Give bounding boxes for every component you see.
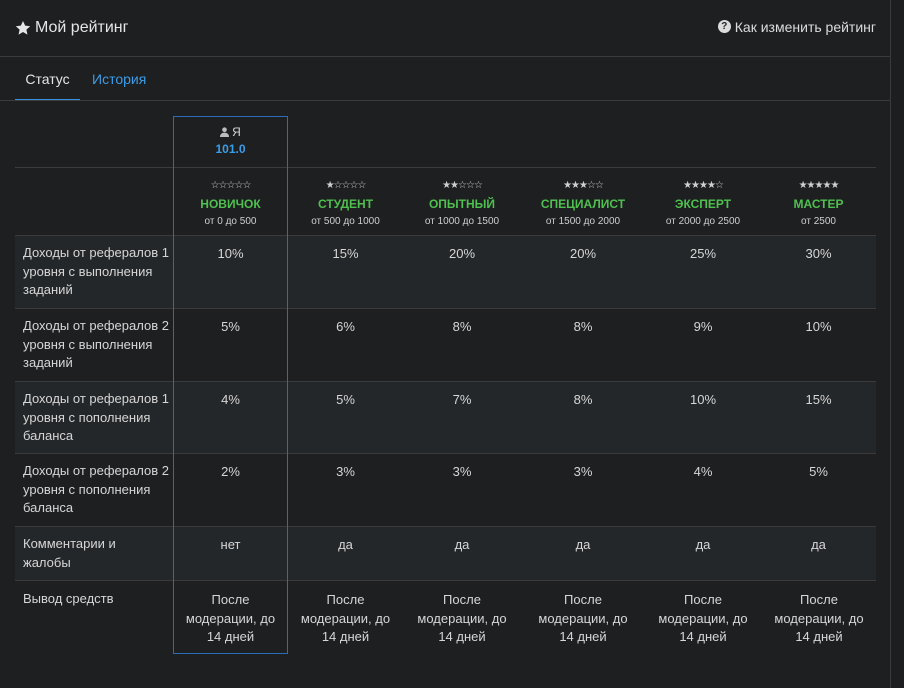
stars-icon: ★★☆☆☆ — [442, 180, 483, 191]
table-cell: 20% — [569, 246, 597, 261]
table-cell: 8% — [573, 392, 593, 407]
level-master: ★★★★★ МАСТЕР от 2500 — [761, 168, 876, 227]
table-row: Доходы от рефералов 1 уровня с пополнени… — [15, 381, 876, 453]
stars-icon: ★★★☆☆ — [563, 180, 604, 191]
how-to-change-label: Как изменить рейтинг — [734, 18, 876, 35]
tab-status[interactable]: Статус — [15, 57, 80, 101]
row-label: Доходы от рефералов 2 уровня с пополнени… — [23, 463, 169, 515]
level-range: от 1500 до 2000 — [545, 216, 621, 227]
level-name: ОПЫТНЫЙ — [428, 197, 496, 211]
level-name: НОВИЧОК — [200, 197, 261, 211]
stars-icon: ★★★★★ — [798, 180, 840, 191]
table-cell: 3% — [452, 464, 472, 479]
level-expert: ★★★★☆ ЭКСПЕРТ от 2000 до 2500 — [645, 168, 761, 227]
me-label-text: Я — [232, 125, 241, 139]
level-experienced: ★★☆☆☆ ОПЫТНЫЙ от 1000 до 1500 — [403, 168, 521, 227]
table-cell: 15% — [805, 392, 832, 407]
stars-icon: ★☆☆☆☆ — [325, 180, 367, 191]
table-cell: 9% — [693, 319, 713, 334]
level-range: от 500 до 1000 — [311, 216, 380, 227]
table-cell: После модерации, до 14 дней — [538, 592, 628, 644]
stars-icon: ☆☆☆☆☆ — [210, 180, 252, 191]
table-cell: 4% — [221, 392, 240, 407]
table-cell: да — [695, 537, 711, 552]
table-row: Доходы от рефералов 1 уровня с выполнени… — [15, 235, 876, 308]
user-icon — [220, 127, 230, 137]
level-range: от 2000 до 2500 — [665, 216, 741, 227]
my-rating-header: Я 101.0 — [173, 116, 288, 167]
row-label: Комментарии и жалобы — [23, 536, 116, 570]
table-cell: 5% — [809, 464, 828, 479]
rating-panel: Мой рейтинг ? Как изменить рейтинг Стату… — [0, 0, 891, 688]
table-cell: да — [454, 537, 470, 552]
table-cell: да — [811, 537, 826, 552]
table-row: Доходы от рефералов 2 уровня с пополнени… — [15, 453, 876, 526]
table-cell: 30% — [805, 246, 832, 261]
table-cell: да — [575, 537, 591, 552]
level-range: от 1000 до 1500 — [424, 216, 500, 227]
my-score: 101.0 — [215, 142, 246, 156]
table-cell: 3% — [336, 464, 355, 479]
tab-history[interactable]: История — [92, 57, 146, 101]
levels-row: ☆☆☆☆☆ НОВИЧОК от 0 до 500 ★☆☆☆☆ СТУДЕНТ … — [15, 167, 876, 235]
level-name: СТУДЕНТ — [317, 197, 374, 211]
star-icon — [15, 21, 31, 35]
table-cell: После модерации, до 14 дней — [300, 592, 391, 644]
stars-icon: ★★★★☆ — [683, 180, 724, 191]
table-cell: 8% — [452, 319, 472, 334]
me-label: Я — [173, 125, 288, 139]
level-student: ★☆☆☆☆ СТУДЕНТ от 500 до 1000 — [288, 168, 403, 227]
table-cell: 4% — [693, 464, 713, 479]
table-row: Комментарии и жалобы нет да да да да да — [15, 526, 876, 580]
table-cell: 10% — [217, 246, 244, 261]
row-label: Доходы от рефералов 2 уровня с выполнени… — [23, 318, 169, 370]
table-cell: 2% — [221, 464, 240, 479]
table-cell: 6% — [336, 319, 355, 334]
level-range: от 0 до 500 — [204, 216, 257, 227]
row-label: Вывод средств — [23, 591, 114, 606]
table-cell: После модерации, до 14 дней — [658, 592, 748, 644]
tab-divider — [0, 100, 891, 101]
table-row: Вывод средств После модерации, до 14 дне… — [15, 580, 876, 654]
table-cell: 3% — [573, 464, 593, 479]
row-label: Доходы от рефералов 1 уровня с пополнени… — [23, 391, 169, 443]
table-cell: После модерации, до 14 дней — [774, 592, 864, 644]
level-range: от 2500 — [801, 216, 836, 227]
level-novice: ☆☆☆☆☆ НОВИЧОК от 0 до 500 — [173, 168, 288, 227]
table-cell: 5% — [221, 319, 240, 334]
panel-header: Мой рейтинг ? Как изменить рейтинг — [0, 0, 890, 57]
page-title-text: Мой рейтинг — [35, 19, 129, 36]
table-cell: нет — [220, 537, 241, 552]
level-specialist: ★★★☆☆ СПЕЦИАЛИСТ от 1500 до 2000 — [521, 168, 645, 227]
level-name: ЭКСПЕРТ — [674, 197, 732, 211]
table-cell: 20% — [448, 246, 476, 261]
table-cell: 15% — [332, 246, 359, 261]
level-name: МАСТЕР — [793, 197, 844, 211]
table-cell: 10% — [805, 319, 832, 334]
page-title: Мой рейтинг — [15, 19, 128, 37]
tab-bar: Статус История — [15, 57, 876, 101]
table-cell: 7% — [452, 392, 472, 407]
table-cell: 25% — [689, 246, 717, 261]
table-cell: 5% — [336, 392, 355, 407]
question-icon: ? — [717, 20, 731, 33]
table-cell: да — [338, 537, 353, 552]
table-cell: 10% — [689, 392, 717, 407]
table-row: Доходы от рефералов 2 уровня с выполнени… — [15, 308, 876, 381]
row-label: Доходы от рефералов 1 уровня с выполнени… — [23, 245, 169, 297]
table-cell: 8% — [573, 319, 593, 334]
table-cell: После модерации, до 14 дней — [185, 592, 276, 644]
level-name: СПЕЦИАЛИСТ — [540, 197, 626, 211]
table-cell: После модерации, до 14 дней — [417, 592, 507, 644]
how-to-change-link[interactable]: ? Как изменить рейтинг — [717, 18, 876, 38]
